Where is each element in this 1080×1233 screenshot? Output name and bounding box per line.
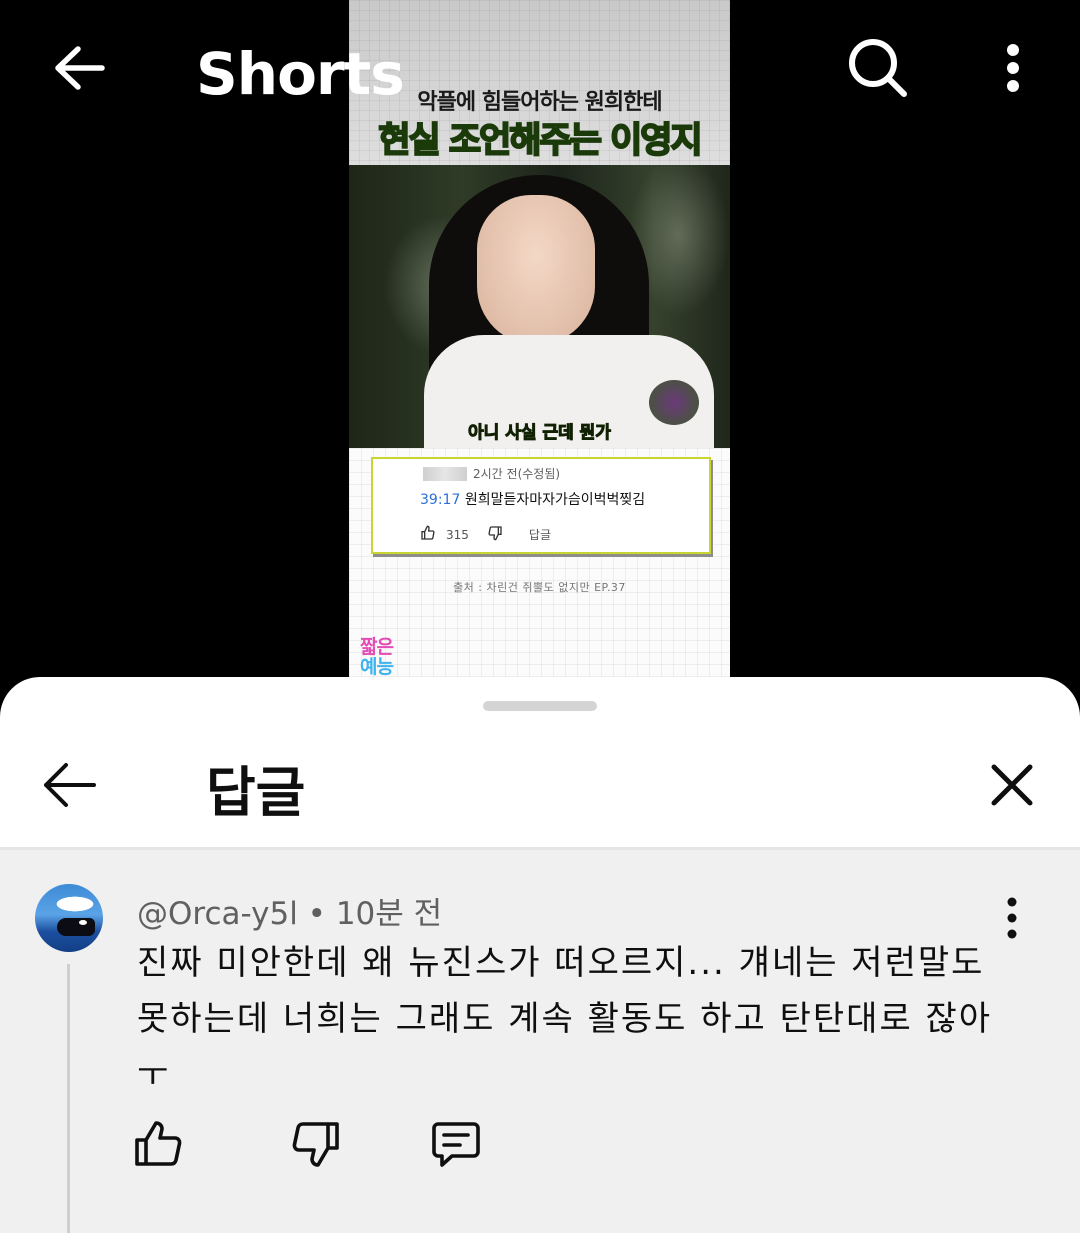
- back-arrow-icon[interactable]: [40, 30, 116, 106]
- thumb-down-icon: [487, 525, 503, 544]
- quoted-comment-card: 2시간 전(수정됨) 39:17 원희말듣자마자가슴이벅벅찢김 315 답글: [371, 457, 711, 554]
- channel-logo-line2: 예능: [360, 656, 394, 678]
- orca-patch: [79, 920, 87, 925]
- thumb-up-icon: [420, 525, 436, 544]
- top-app-bar: [0, 0, 1080, 135]
- drag-handle[interactable]: [483, 701, 597, 711]
- more-vert-icon[interactable]: [990, 896, 1034, 940]
- avatar[interactable]: [35, 884, 103, 952]
- thumb-up-icon[interactable]: [132, 1118, 184, 1170]
- sheet-title: 답글: [206, 761, 306, 824]
- comment-icon[interactable]: [430, 1118, 482, 1170]
- blurred-username: [423, 467, 467, 481]
- replies-sheet: 답글 @Orca-y5l • 10분 전 진짜 미안한데 왜 뉴진스가 떠오르지…: [0, 677, 1080, 1233]
- quoted-comment-likes: 315: [446, 527, 469, 542]
- video-lower-panel: 2시간 전(수정됨) 39:17 원희말듣자마자가슴이벅벅찢김 315 답글 출…: [349, 448, 730, 680]
- quoted-comment-text: 39:17 원희말듣자마자가슴이벅벅찢김: [420, 489, 645, 509]
- thumb-down-icon[interactable]: [290, 1118, 342, 1170]
- quoted-comment-body: 원희말듣자마자가슴이벅벅찢김: [464, 492, 646, 508]
- close-icon[interactable]: [982, 755, 1042, 815]
- video-scene: [349, 165, 730, 455]
- thread-line: [67, 964, 70, 1233]
- comment-body: 진짜 미안한데 왜 뉴진스가 떠오르지... 걔네는 저런말도 못하는데 너희는…: [137, 943, 993, 1095]
- comment-meta[interactable]: @Orca-y5l • 10분 전: [137, 888, 442, 933]
- person-face: [477, 195, 595, 345]
- page-title: Shorts: [196, 40, 405, 108]
- more-vert-icon[interactable]: [980, 30, 1046, 106]
- comment-item: @Orca-y5l • 10분 전 진짜 미안한데 왜 뉴진스가 떠오르지...…: [0, 850, 1080, 1233]
- quoted-comment-reply: 답글: [528, 528, 551, 542]
- orca-icon: [57, 918, 95, 936]
- search-icon[interactable]: [838, 30, 918, 106]
- video-subtitle: 아니 사실 근데 뭔가: [468, 423, 612, 444]
- video-source-caption: 출처 : 차린건 쥐뿔도 없지만 EP.37: [453, 581, 626, 594]
- back-arrow-icon[interactable]: [40, 755, 100, 815]
- sheet-header: 답글: [0, 723, 1080, 847]
- quoted-comment-actions: 315 답글: [420, 525, 561, 544]
- quoted-comment-meta: 2시간 전(수정됨): [473, 467, 561, 481]
- quoted-comment-timestamp: 39:17: [420, 492, 461, 508]
